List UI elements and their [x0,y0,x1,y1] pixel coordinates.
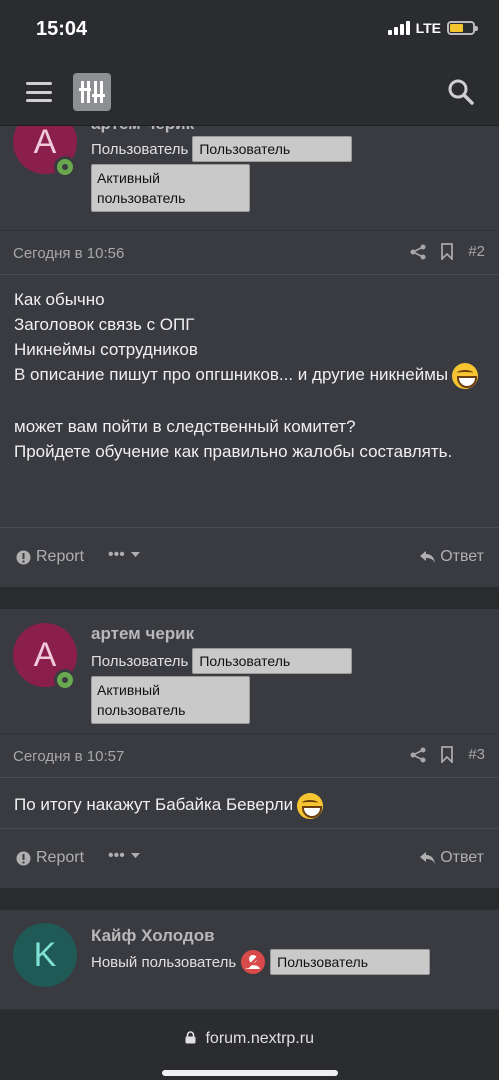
post-actions: Report ••• Ответ [0,527,499,587]
signal-icon [387,21,410,35]
bookmark-icon[interactable] [440,746,454,763]
post-author-block: A артем черик Пользователь Пользователь … [0,609,499,734]
reply-button[interactable]: Ответ [420,548,484,566]
post-number[interactable]: #3 [468,746,485,763]
user-badge: Пользователь [192,136,353,162]
network-label: LTE [415,20,441,36]
thread-content: A артем черик Пользователь Пользователь … [0,126,499,1010]
home-indicator[interactable] [162,1070,338,1076]
avatar[interactable]: K [13,923,77,987]
reply-button[interactable]: Ответ [420,849,484,867]
grin-emoji-icon [452,362,479,389]
chevron-down-icon [130,552,140,557]
author-name[interactable]: Кайф Холодов [91,926,215,946]
user-badge: Пользователь [270,949,431,975]
more-options-button[interactable]: ••• [108,847,140,865]
post-date[interactable]: Сегодня в 10:57 [13,748,124,765]
chevron-down-icon [130,853,140,858]
bookmark-icon[interactable] [440,243,454,260]
nav-bar [0,58,499,126]
author-role: Пользователь Пользователь [91,136,353,162]
share-icon[interactable] [410,244,426,260]
author-name[interactable]: артем черик [91,126,194,134]
post-2: Сегодня в 10:56 #2 Как обычно Заголовок … [0,231,499,587]
author-role: Новый пользователь Пользователь [91,949,431,975]
post-meta: Сегодня в 10:56 #2 [0,231,499,275]
browser-bottom-bar: forum.nextrp.ru [0,1010,499,1080]
post-author-block: A артем черик Пользователь Пользователь … [0,126,499,231]
user-badge-active: Активный пользователь [91,164,250,212]
online-indicator-icon [54,669,76,691]
lock-icon [185,1031,196,1044]
post-date[interactable]: Сегодня в 10:56 [13,245,124,262]
search-icon[interactable] [447,78,475,106]
post-separator [0,888,499,910]
report-button[interactable]: Report [16,548,84,566]
post-number[interactable]: #2 [468,243,485,260]
more-options-button[interactable]: ••• [108,546,140,564]
user-mute-icon [241,950,266,974]
share-icon[interactable] [410,747,426,763]
status-time: 15:04 [36,18,88,40]
post-meta: Сегодня в 10:57 #3 [0,734,499,778]
status-indicators: LTE [387,20,478,36]
status-bar: 15:04 LTE [0,0,499,58]
user-badge: Пользователь [192,648,353,674]
post-3: Сегодня в 10:57 #3 По итогу накажут Баба… [0,734,499,888]
post-text: По итогу накажут Бабайка Беверли [14,792,485,819]
report-button[interactable]: Report [16,849,84,867]
report-icon [16,550,31,564]
user-badge-active: Активный пользователь [91,676,250,724]
post-text: Как обычно Заголовок связь с ОПГ Никнейм… [14,287,485,464]
author-role: Пользователь Пользователь [91,648,353,674]
url-bar[interactable]: forum.nextrp.ru [0,1030,499,1048]
post-author-block: K Кайф Холодов Новый пользователь Пользо… [0,910,499,1010]
post-actions: Report ••• Ответ [0,828,499,888]
battery-icon [447,21,478,35]
laugh-emoji-icon [297,792,324,819]
author-name[interactable]: артем черик [91,624,194,644]
menu-icon[interactable] [26,82,52,102]
post-separator [0,587,499,609]
online-indicator-icon [54,156,76,178]
report-icon [16,851,31,865]
reply-icon [420,550,436,563]
reply-icon [420,851,436,864]
logo-icon[interactable] [73,73,111,111]
